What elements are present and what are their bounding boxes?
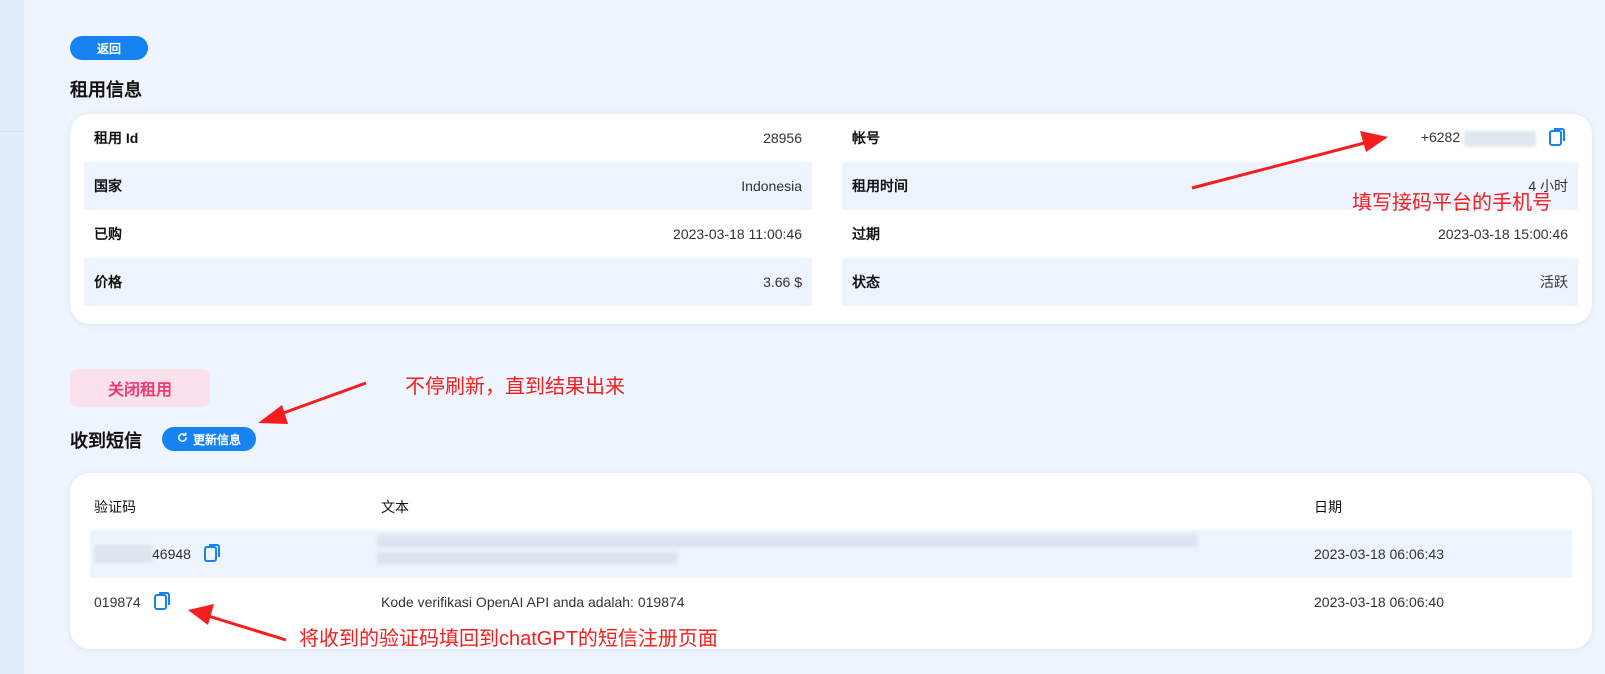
account-phone-value: +6282	[1420, 129, 1461, 146]
refresh-icon	[177, 432, 188, 446]
country-value: Indonesia	[741, 178, 802, 194]
rental-id-row: 租用 Id 28956	[84, 114, 812, 162]
purchased-label: 已购	[94, 226, 122, 242]
code-value: 019874	[94, 594, 141, 610]
sms-section-title: 收到短信	[70, 431, 142, 451]
expires-value: 2023-03-18 15:00:46	[1438, 226, 1568, 242]
account-row: 帐号 +6282	[842, 114, 1578, 162]
refresh-label: 更新信息	[192, 432, 241, 447]
header-text: 文本	[381, 499, 409, 515]
left-sidebar-edge	[0, 0, 24, 674]
sidebar-divider	[0, 131, 24, 132]
status-row: 状态 活跃	[842, 258, 1578, 306]
account-value-wrap: +6282	[1421, 127, 1568, 150]
status-label: 状态	[852, 274, 880, 290]
text-redaction	[377, 552, 677, 564]
country-row: 国家 Indonesia	[84, 162, 812, 210]
expires-row: 过期 2023-03-18 15:00:46	[842, 210, 1578, 258]
annotation-refresh: 不停刷新，直到结果出来	[405, 376, 625, 398]
annotation-phone: 填写接码平台的手机号	[1352, 192, 1552, 214]
account-label: 帐号	[852, 130, 880, 146]
status-value: 活跃	[1540, 274, 1568, 290]
copy-icon[interactable]	[203, 543, 223, 566]
text-cell: Kode verifikasi OpenAI API anda adalah: …	[381, 578, 685, 626]
date-value: 2023-03-18 06:06:43	[1314, 546, 1444, 562]
expires-label: 过期	[852, 226, 880, 242]
price-value: 3.66 $	[763, 274, 802, 290]
date-value: 2023-03-18 06:06:40	[1314, 594, 1444, 610]
copy-icon[interactable]	[153, 591, 173, 614]
code-cell: 46948	[94, 530, 223, 578]
rental-id-value: 28956	[763, 130, 802, 146]
rental-info-title: 租用信息	[70, 80, 142, 100]
rental-id-label: 租用 Id	[94, 130, 139, 146]
phone-redaction	[1464, 130, 1536, 147]
text-redaction	[377, 535, 1197, 547]
copy-icon[interactable]	[1548, 127, 1568, 150]
date-cell: 2023-03-18 06:06:40	[1314, 578, 1444, 626]
date-cell: 2023-03-18 06:06:43	[1314, 530, 1444, 578]
close-rental-button[interactable]: 关闭租用	[70, 369, 210, 407]
annotation-code: 将收到的验证码填回到chatGPT的短信注册页面	[299, 628, 718, 650]
price-row: 价格 3.66 $	[84, 258, 812, 306]
table-row: 019874 Kode verifikasi OpenAI API anda a…	[90, 578, 1572, 626]
header-code: 验证码	[94, 499, 136, 515]
rental-time-label: 租用时间	[852, 178, 908, 194]
price-label: 价格	[94, 274, 122, 290]
purchased-value: 2023-03-18 11:00:46	[673, 226, 802, 242]
text-value: Kode verifikasi OpenAI API anda adalah: …	[381, 594, 685, 610]
purchased-row: 已购 2023-03-18 11:00:46	[84, 210, 812, 258]
code-cell: 019874	[94, 578, 173, 626]
table-row: 46948 2023-03-18 06:06:43	[90, 530, 1572, 578]
refresh-button[interactable]: 更新信息	[162, 427, 256, 451]
back-button[interactable]: 返回	[70, 36, 148, 60]
code-value: 46948	[152, 546, 191, 562]
arrow-to-refresh	[258, 381, 367, 424]
rental-info-card: 租用 Id 28956 国家 Indonesia 已购 2023-03-18 1…	[70, 114, 1592, 324]
header-date: 日期	[1314, 499, 1342, 515]
code-redaction	[94, 545, 152, 563]
country-label: 国家	[94, 178, 122, 194]
